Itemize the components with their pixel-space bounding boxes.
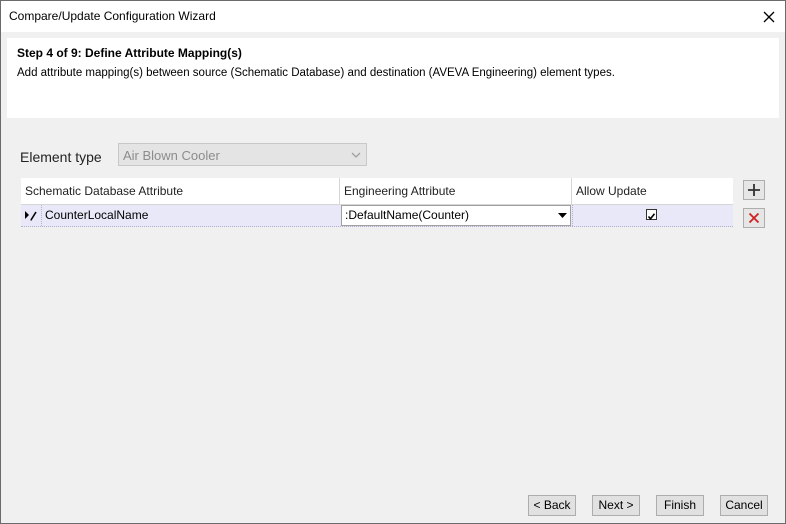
checkmark-icon bbox=[647, 213, 656, 221]
column-header-allow-update[interactable]: Allow Update bbox=[572, 178, 733, 204]
chevron-down-icon bbox=[350, 149, 362, 163]
step-header-panel: Step 4 of 9: Define Attribute Mapping(s)… bbox=[7, 38, 779, 118]
back-button[interactable]: < Back bbox=[528, 495, 576, 516]
cancel-button[interactable]: Cancel bbox=[720, 495, 768, 516]
pencil-edit-icon bbox=[25, 210, 37, 221]
cell-separator bbox=[572, 205, 573, 226]
delete-x-icon bbox=[748, 212, 760, 224]
schematic-attribute-cell[interactable]: CounterLocalName bbox=[45, 205, 340, 226]
grid-header: Schematic Database Attribute Engineering… bbox=[21, 178, 733, 205]
step-title: Step 4 of 9: Define Attribute Mapping(s) bbox=[17, 46, 242, 60]
close-button[interactable] bbox=[753, 1, 785, 32]
window-title: Compare/Update Configuration Wizard bbox=[9, 9, 216, 23]
finish-button[interactable]: Finish bbox=[656, 495, 704, 516]
row-edit-indicator bbox=[21, 205, 41, 226]
element-type-dropdown[interactable]: Air Blown Cooler bbox=[118, 143, 367, 166]
close-icon bbox=[763, 11, 775, 22]
plus-icon bbox=[748, 184, 760, 196]
engineering-attribute-value: :DefaultName(Counter) bbox=[345, 208, 470, 222]
table-row[interactable]: CounterLocalName :DefaultName(Counter) bbox=[21, 205, 733, 227]
column-header-engineering-attribute[interactable]: Engineering Attribute bbox=[340, 178, 572, 204]
step-description: Add attribute mapping(s) between source … bbox=[17, 67, 615, 79]
add-mapping-button[interactable] bbox=[743, 180, 765, 200]
dropdown-arrow-icon[interactable] bbox=[554, 206, 570, 225]
element-type-value: Air Blown Cooler bbox=[123, 148, 220, 163]
title-bar: Compare/Update Configuration Wizard bbox=[1, 1, 785, 32]
allow-update-checkbox[interactable] bbox=[646, 209, 657, 221]
engineering-attribute-combobox[interactable]: :DefaultName(Counter) bbox=[341, 205, 571, 226]
wizard-window: Compare/Update Configuration Wizard Step… bbox=[0, 0, 786, 524]
element-type-label: Element type bbox=[20, 149, 102, 165]
next-button[interactable]: Next > bbox=[592, 495, 640, 516]
column-header-schematic-attribute[interactable]: Schematic Database Attribute bbox=[21, 178, 340, 204]
cell-separator bbox=[41, 205, 42, 226]
delete-mapping-button[interactable] bbox=[743, 208, 765, 228]
attribute-mapping-grid: Schematic Database Attribute Engineering… bbox=[21, 178, 733, 227]
